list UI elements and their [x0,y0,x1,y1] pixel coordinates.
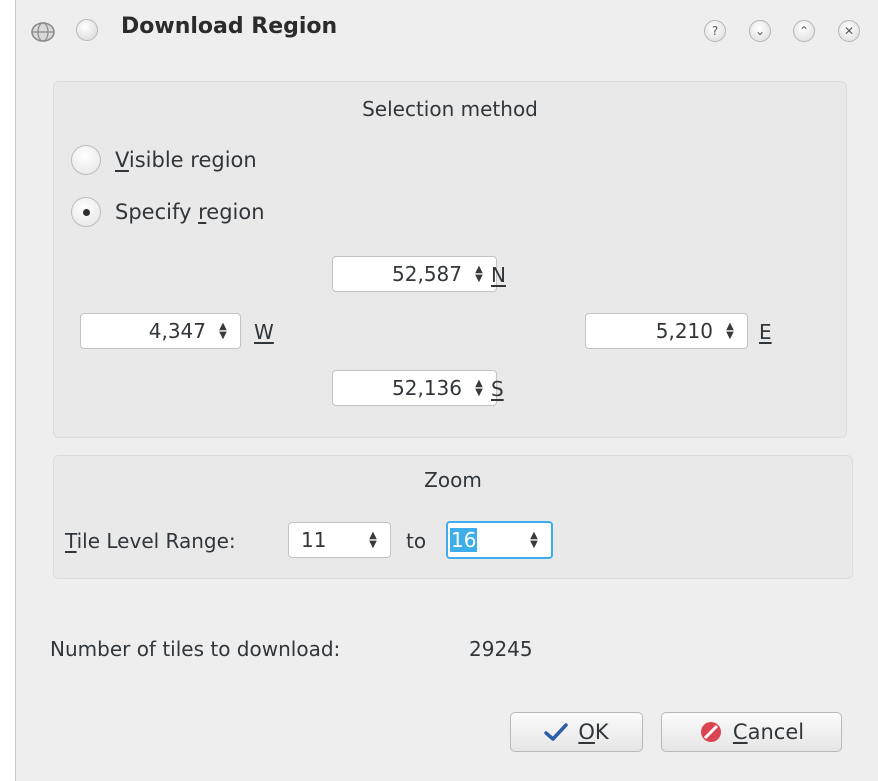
zoom-group: Zoom [53,455,853,579]
specify-region-label[interactable]: Specify region [115,200,265,224]
east-spinbox[interactable]: 5,210 ▲ ▼ [585,313,748,349]
east-label: E [759,320,772,344]
west-spinbox[interactable]: 4,347 ▲ ▼ [80,313,241,349]
titlebar[interactable]: Download Region ? ⌄ ⌃ ✕ [16,0,878,62]
specify-region-radio[interactable] [71,197,101,227]
south-value[interactable]: 52,136 [333,376,468,400]
help-icon[interactable]: ? [704,20,726,42]
west-value[interactable]: 4,347 [81,319,212,343]
zoom-from-spinbox[interactable]: 11 ▲ ▼ [288,522,391,558]
east-value[interactable]: 5,210 [586,319,719,343]
ok-button[interactable]: OK [510,712,643,752]
zoom-to-label: to [406,529,427,553]
visible-region-radio[interactable] [71,145,101,175]
close-icon[interactable]: ✕ [838,20,860,42]
zoom-from-value[interactable]: 11 [289,528,362,552]
minimize-icon[interactable]: ⌄ [749,20,771,42]
download-region-dialog: Download Region ? ⌄ ⌃ ✕ Selection method… [15,0,878,781]
zoom-to-value[interactable]: 16 [448,528,523,552]
tiles-count-value: 29245 [469,637,533,661]
spin-arrows-icon[interactable]: ▲ ▼ [468,379,490,398]
visible-region-label[interactable]: Visible region [115,148,257,172]
globe-icon[interactable] [30,20,56,44]
ok-button-label: OK [578,720,609,744]
spin-arrows-icon[interactable]: ▲ ▼ [719,322,741,341]
keep-above-icon[interactable] [76,19,98,41]
tiles-count-label: Number of tiles to download: [50,637,341,661]
north-label: N [491,263,506,287]
tile-level-range-label: Tile Level Range: [65,529,236,553]
checkmark-icon [544,722,569,742]
spin-arrows-icon[interactable]: ▲ ▼ [362,531,384,550]
south-spinbox[interactable]: 52,136 ▲ ▼ [332,370,497,406]
north-spinbox[interactable]: 52,587 ▲ ▼ [332,256,497,292]
visible-region-option[interactable]: Visible region [71,143,257,177]
north-value[interactable]: 52,587 [333,262,468,286]
south-label: S [491,377,504,401]
spin-arrows-icon[interactable]: ▲ ▼ [212,322,234,341]
zoom-to-spinbox[interactable]: 16 ▲ ▼ [446,521,553,559]
cancel-icon [699,720,723,744]
zoom-title: Zoom [424,468,482,492]
spin-arrows-icon[interactable]: ▲ ▼ [523,531,545,550]
cancel-button-label: Cancel [732,720,805,744]
window-title: Download Region [121,14,338,39]
cancel-button[interactable]: Cancel [661,712,842,752]
maximize-icon[interactable]: ⌃ [793,20,815,42]
spin-arrows-icon[interactable]: ▲ ▼ [468,265,490,284]
selection-method-title: Selection method [362,97,538,121]
west-label: W [254,320,274,344]
specify-region-option[interactable]: Specify region [71,195,265,229]
